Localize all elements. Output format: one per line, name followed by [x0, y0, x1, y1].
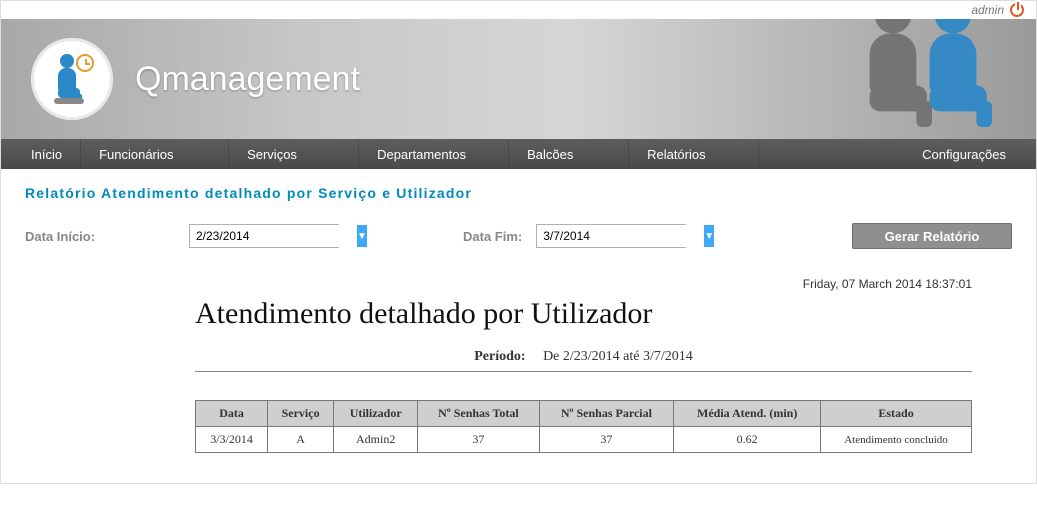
data-inicio-field[interactable]	[189, 224, 339, 248]
report-timestamp: Friday, 07 March 2014 18:37:01	[195, 277, 972, 291]
logo	[31, 38, 113, 120]
logout-icon[interactable]	[1010, 3, 1024, 17]
col-senhas-total: Nº Senhas Total	[418, 401, 539, 427]
col-media-atend: Média Atend. (min)	[674, 401, 821, 427]
app-frame: admin Qmanagement	[0, 0, 1037, 484]
decor-person-icon	[914, 19, 1018, 127]
col-estado: Estado	[821, 401, 972, 427]
nav-configuracoes[interactable]: Configurações	[904, 139, 1036, 169]
data-fim-input[interactable]	[537, 225, 704, 247]
data-inicio-label: Data Início:	[25, 229, 175, 244]
nav-balcoes[interactable]: Balcões	[509, 139, 629, 169]
cell-servico: A	[268, 427, 334, 453]
report-panel: Friday, 07 March 2014 18:37:01 Atendimen…	[195, 277, 972, 453]
table-row: 3/3/2014 A Admin2 37 37 0.62 Atendimento…	[196, 427, 972, 453]
data-fim-label: Data Fim:	[463, 229, 522, 244]
data-fim-field[interactable]	[536, 224, 686, 248]
nav-servicos[interactable]: Serviços	[229, 139, 359, 169]
banner-art	[766, 19, 1026, 139]
col-senhas-parcial: Nº Senhas Parcial	[539, 401, 674, 427]
cell-utilizador: Admin2	[334, 427, 418, 453]
app-title: Qmanagement	[135, 60, 360, 99]
nav-funcionarios[interactable]: Funcionários	[81, 139, 229, 169]
cell-media-atend: 0.62	[674, 427, 821, 453]
waiting-person-icon	[52, 54, 92, 104]
report-heading: Atendimento detalhado por Utilizador	[195, 297, 972, 331]
generate-report-button[interactable]: Gerar Relatório	[852, 223, 1012, 249]
cell-estado: Atendimento concluido	[821, 427, 972, 453]
filter-row: Data Início: Data Fim: Gerar Relatório	[25, 223, 1012, 249]
cell-data: 3/3/2014	[196, 427, 268, 453]
report-table: Data Serviço Utilizador Nº Senhas Total …	[195, 400, 972, 453]
col-servico: Serviço	[268, 401, 334, 427]
current-user-label: admin	[971, 3, 1004, 17]
nav-inicio[interactable]: Início	[1, 139, 81, 169]
data-inicio-picker-icon[interactable]	[357, 225, 367, 247]
period-value: De 2/23/2014 até 3/7/2014	[543, 349, 693, 364]
banner: Qmanagement	[1, 19, 1036, 139]
nav-departamentos[interactable]: Departamentos	[359, 139, 509, 169]
cell-senhas-total: 37	[418, 427, 539, 453]
report-period: Período: De 2/23/2014 até 3/7/2014	[195, 349, 972, 372]
period-label: Período:	[474, 349, 525, 364]
data-inicio-input[interactable]	[190, 225, 357, 247]
table-header-row: Data Serviço Utilizador Nº Senhas Total …	[196, 401, 972, 427]
nav-relatorios[interactable]: Relatórios	[629, 139, 759, 169]
clock-icon	[76, 54, 94, 72]
page-title: Relatório Atendimento detalhado por Serv…	[25, 185, 1012, 201]
data-fim-picker-icon[interactable]	[704, 225, 714, 247]
col-utilizador: Utilizador	[334, 401, 418, 427]
col-data: Data	[196, 401, 268, 427]
cell-senhas-parcial: 37	[539, 427, 674, 453]
content: Relatório Atendimento detalhado por Serv…	[1, 169, 1036, 483]
top-user-bar: admin	[1, 1, 1036, 19]
main-nav: Início Funcionários Serviços Departament…	[1, 139, 1036, 169]
